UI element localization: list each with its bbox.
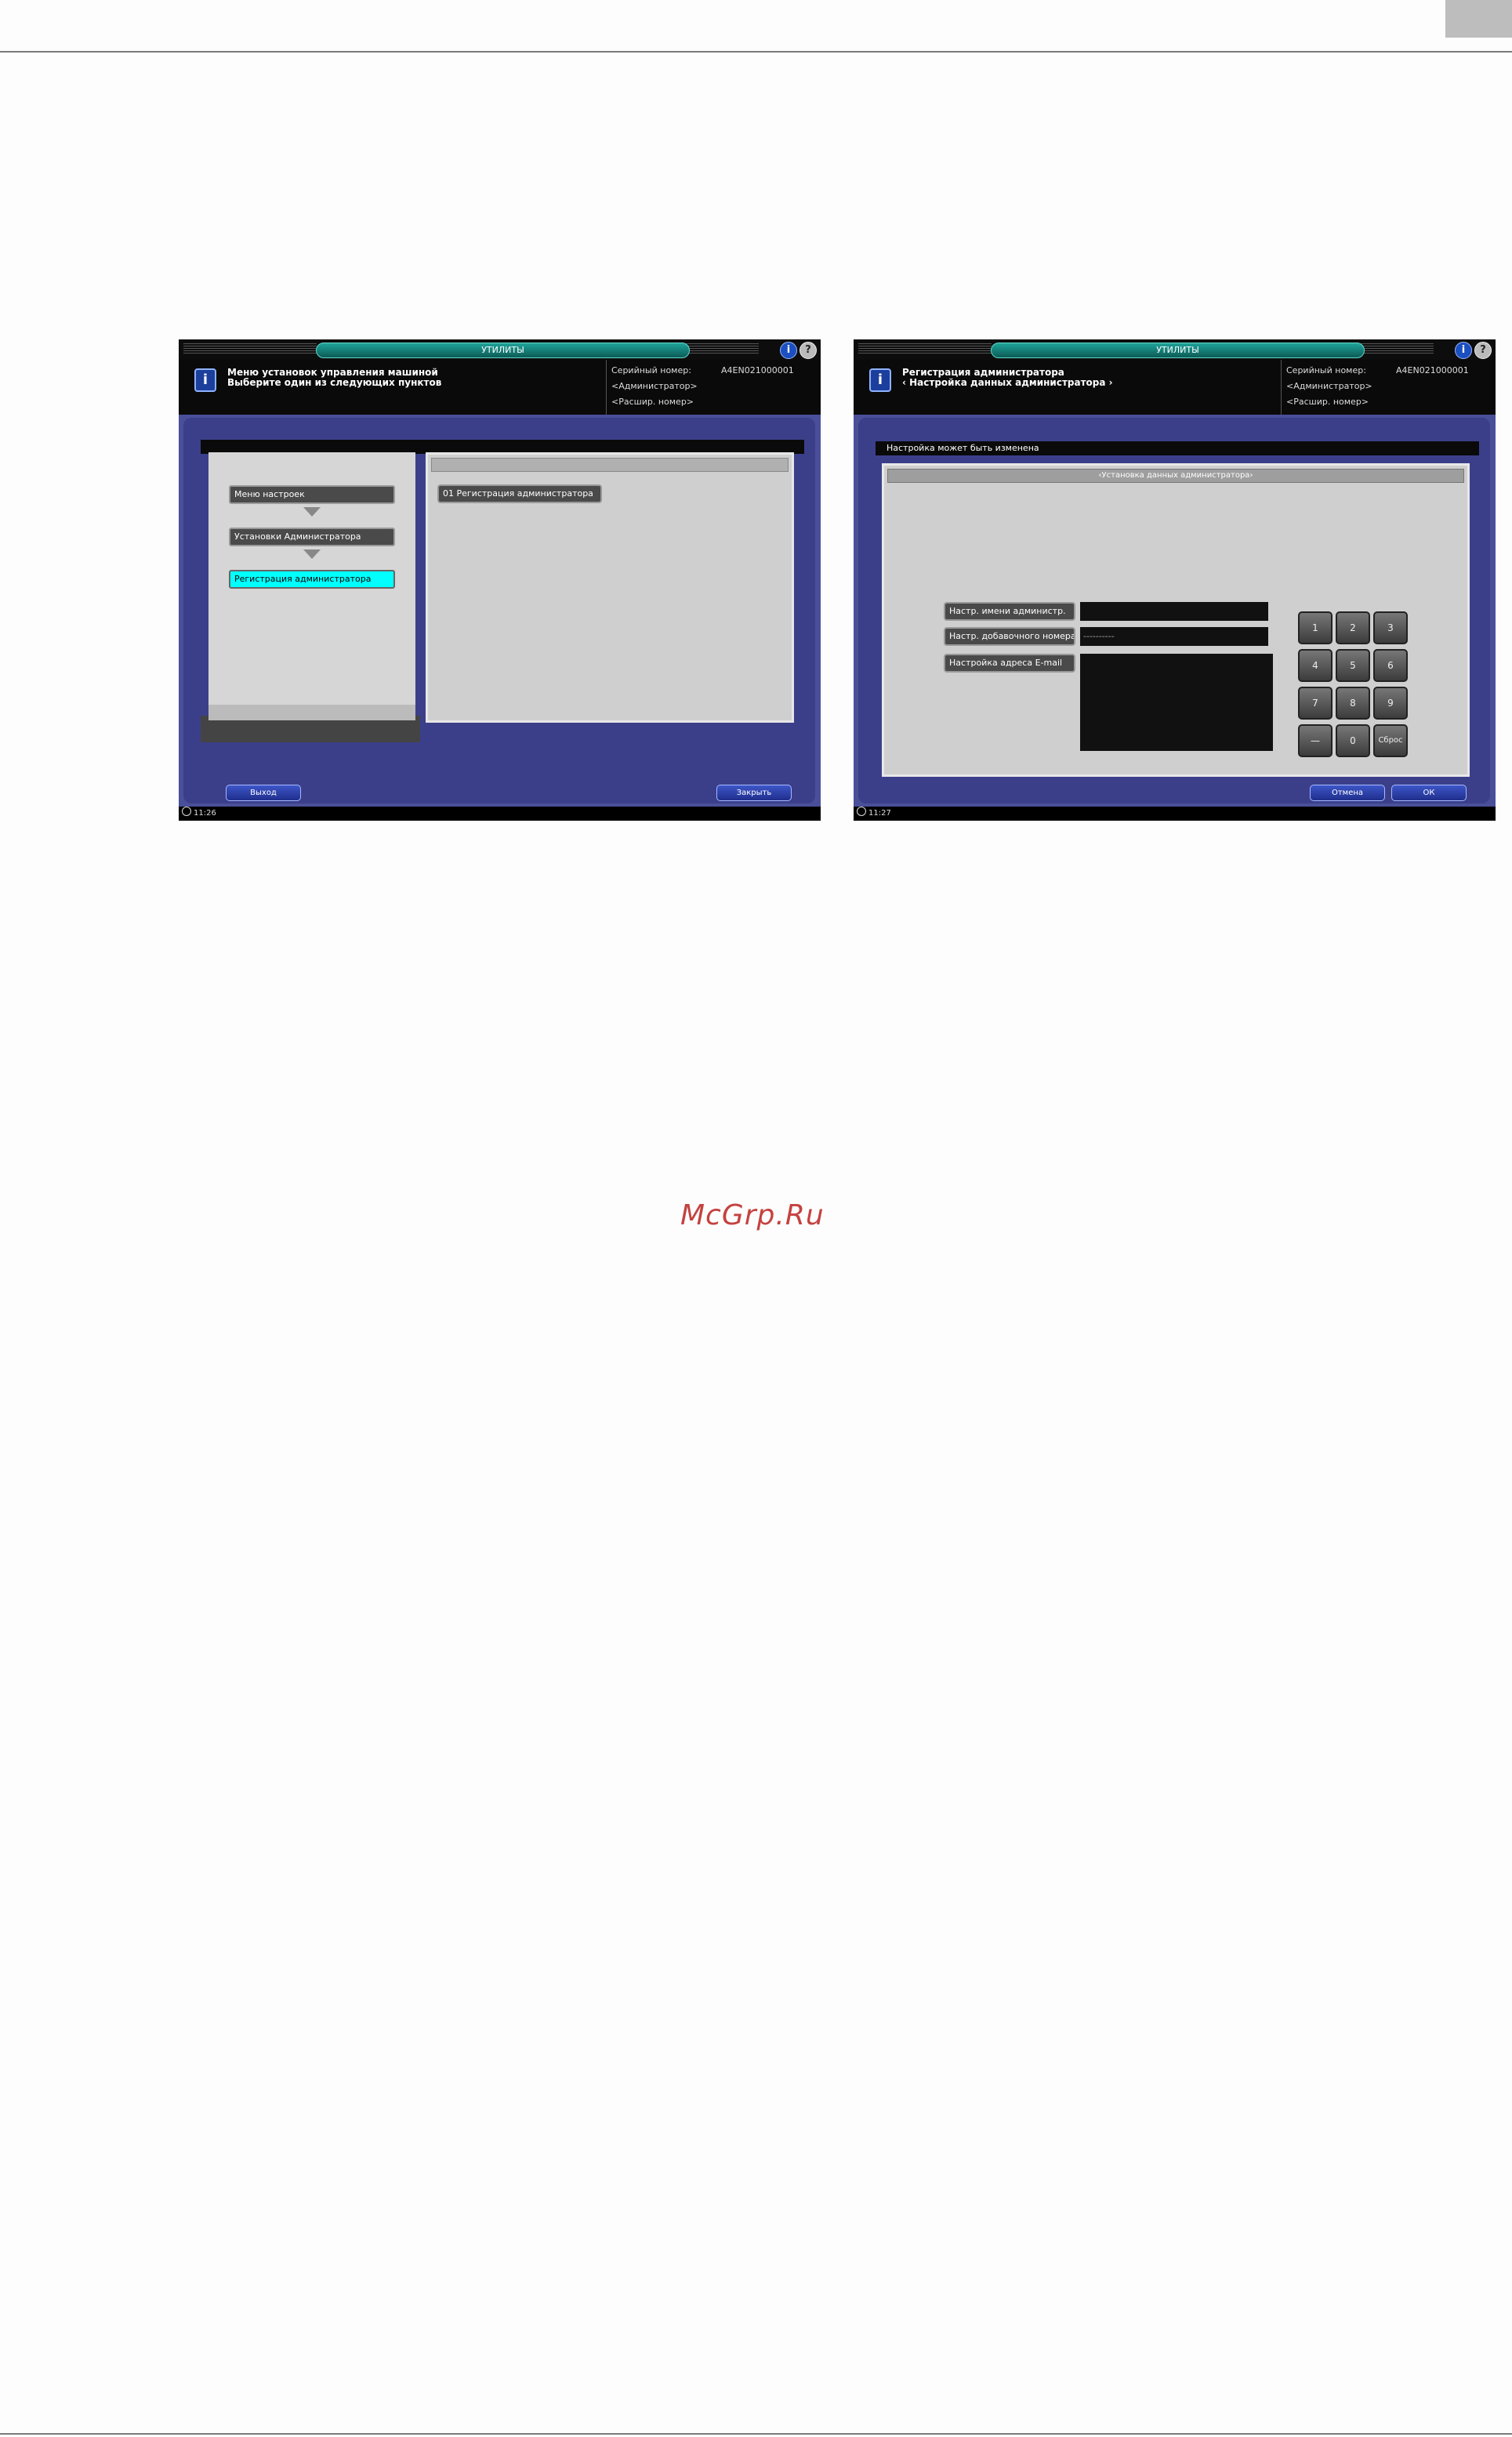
admin-registration-button[interactable]: 01 Регистрация администратора xyxy=(437,484,602,503)
keypad-key-minus[interactable]: — xyxy=(1298,724,1333,757)
keypad-key-1[interactable]: 1 xyxy=(1298,611,1333,644)
status-bar: 11:26 xyxy=(179,807,821,821)
titlebar: УТИЛИТЫ i ? xyxy=(854,339,1496,360)
watermark: McGrp.Ru xyxy=(680,1199,825,1231)
job-list-icon[interactable]: i xyxy=(780,342,797,359)
info-icon: i xyxy=(869,368,891,392)
clock-icon xyxy=(182,807,191,816)
menu-panel: 01 Регистрация администратора xyxy=(426,452,794,723)
screen-admin-data: УТИЛИТЫ i ? i Регистрация администратора… xyxy=(854,339,1496,821)
panel-header: ‹Установка данных администратора› xyxy=(887,469,1464,483)
titlebar: УТИЛИТЫ i ? xyxy=(179,339,821,360)
extension-number-field[interactable]: ---------- xyxy=(1080,627,1268,646)
extension-number-button[interactable]: Настр. добавочного номера xyxy=(944,627,1075,646)
keypad-key-8[interactable]: 8 xyxy=(1336,687,1370,720)
serial-value: A4EN021000001 xyxy=(721,365,794,375)
info-icon: i xyxy=(194,368,216,392)
machine-info: Серийный номер: A4EN021000001 <Администр… xyxy=(611,363,794,410)
nav-item-admin-registration[interactable]: Регистрация администратора xyxy=(229,570,395,589)
keypad-key-5[interactable]: 5 xyxy=(1336,649,1370,682)
clock-time: 11:26 xyxy=(194,809,216,818)
status-bar: 11:27 xyxy=(854,807,1496,821)
nav-item-admin-settings[interactable]: Установки Администратора xyxy=(229,528,395,546)
user-role: <Администратор> xyxy=(611,381,698,391)
nav-panel: Меню настроек Установки Администратора Р… xyxy=(208,452,415,720)
extended-number: <Расшир. номер> xyxy=(611,397,694,407)
page-tab xyxy=(1445,0,1512,38)
close-button[interactable]: Закрыть xyxy=(716,785,792,801)
bottom-bar: Отмена ОК xyxy=(854,785,1496,807)
clock-icon xyxy=(857,807,866,816)
admin-data-panel: ‹Установка данных администратора› Настр.… xyxy=(882,463,1470,777)
user-role: <Администратор> xyxy=(1286,381,1372,391)
serial-value: A4EN021000001 xyxy=(1396,365,1469,375)
help-icon[interactable]: ? xyxy=(800,342,817,359)
email-address-field[interactable] xyxy=(1080,654,1273,751)
message-header: i Регистрация администратора ‹ Настройка… xyxy=(854,360,1496,415)
page-bottom-rule xyxy=(0,2433,1512,2435)
help-icon[interactable]: ? xyxy=(1474,342,1492,359)
keypad-key-7[interactable]: 7 xyxy=(1298,687,1333,720)
admin-name-field[interactable] xyxy=(1080,602,1268,621)
admin-name-button[interactable]: Настр. имени администр. xyxy=(944,602,1075,621)
message-line-2: Выберите один из следующих пунктов xyxy=(227,377,442,388)
keypad-key-4[interactable]: 4 xyxy=(1298,649,1333,682)
bottom-bar: Выход Закрыть xyxy=(179,785,821,807)
keypad-key-3[interactable]: 3 xyxy=(1373,611,1408,644)
message-header: i Меню установок управления машиной Выбе… xyxy=(179,360,821,415)
email-address-button[interactable]: Настройка адреса E-mail xyxy=(944,654,1075,673)
screen-title: УТИЛИТЫ xyxy=(991,343,1365,358)
keypad-key-6[interactable]: 6 xyxy=(1373,649,1408,682)
menu-panel-header xyxy=(431,458,789,472)
keypad-key-9[interactable]: 9 xyxy=(1373,687,1408,720)
nav-item-settings-menu[interactable]: Меню настроек xyxy=(229,485,395,504)
cancel-button[interactable]: Отмена xyxy=(1310,785,1385,801)
message-text: Меню установок управления машиной Выбери… xyxy=(227,368,441,388)
serial-label: Серийный номер: xyxy=(611,365,691,375)
job-list-icon[interactable]: i xyxy=(1455,342,1472,359)
machine-info: Серийный номер: A4EN021000001 <Администр… xyxy=(1286,363,1469,410)
keypad-clear-button[interactable]: Сброс xyxy=(1373,724,1408,757)
keypad-key-0[interactable]: 0 xyxy=(1336,724,1370,757)
ok-button[interactable]: ОК xyxy=(1391,785,1467,801)
screen-title: УТИЛИТЫ xyxy=(316,343,690,358)
exit-button[interactable]: Выход xyxy=(226,785,301,801)
page-top-rule xyxy=(0,51,1512,53)
screen-machine-settings: УТИЛИТЫ i ? i Меню установок управления … xyxy=(179,339,821,821)
clock-time: 11:27 xyxy=(868,809,891,818)
header-divider xyxy=(1281,360,1282,415)
titlebar-stripes xyxy=(183,343,317,354)
keypad-key-2[interactable]: 2 xyxy=(1336,611,1370,644)
nav-panel-footer xyxy=(208,705,415,720)
titlebar-stripes xyxy=(858,343,992,354)
message-text: Регистрация администратора ‹ Настройка д… xyxy=(902,368,1113,388)
extended-number: <Расшир. номер> xyxy=(1286,397,1369,407)
status-band: Настройка может быть изменена xyxy=(876,441,1479,455)
arrow-down-icon xyxy=(303,549,321,559)
message-line-2: ‹ Настройка данных администратора › xyxy=(902,377,1113,388)
serial-label: Серийный номер: xyxy=(1286,365,1366,375)
arrow-down-icon xyxy=(303,507,321,517)
header-divider xyxy=(606,360,607,415)
